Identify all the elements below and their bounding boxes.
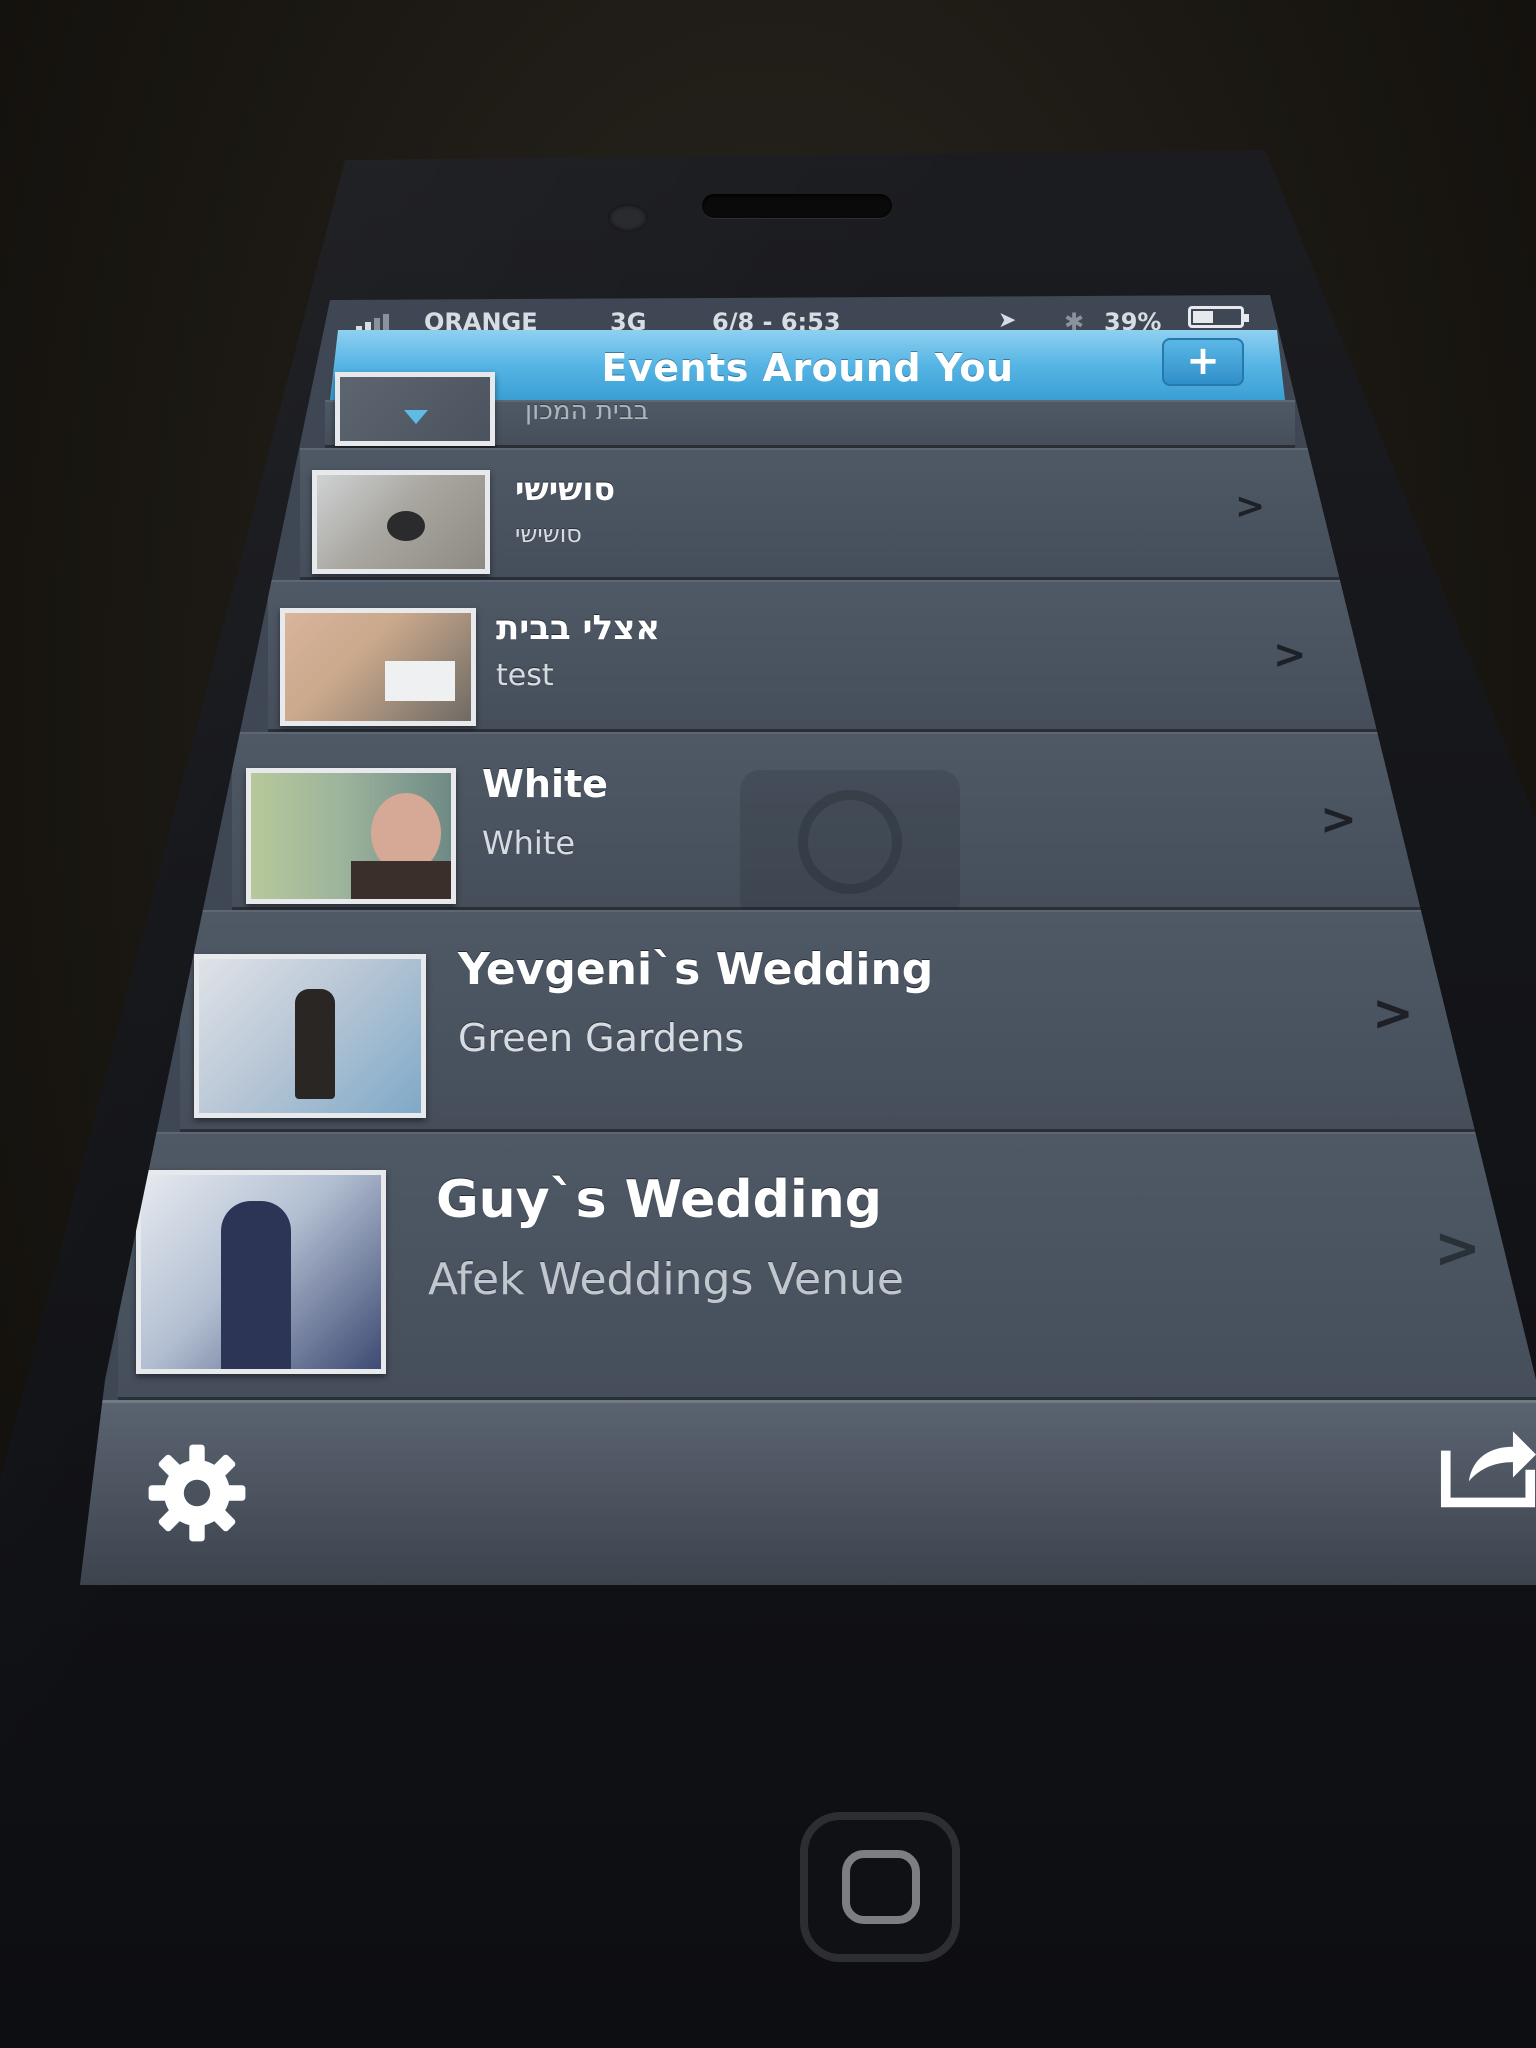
- event-title: White: [482, 762, 608, 806]
- event-subtitle: White: [482, 824, 576, 862]
- event-row[interactable]: Yevgeni`s Wedding Green Gardens >: [180, 910, 1520, 1132]
- disclosure-chevron-icon: >: [1372, 984, 1414, 1042]
- event-subtitle: test: [496, 658, 554, 693]
- share-icon[interactable]: [1440, 1420, 1536, 1510]
- event-thumbnail: [136, 1170, 386, 1374]
- disclosure-chevron-icon: >: [1235, 486, 1266, 527]
- event-title: Guy`s Wedding: [436, 1170, 882, 1230]
- home-button[interactable]: [800, 1812, 960, 1962]
- front-camera: [608, 204, 648, 232]
- disclosure-chevron-icon: >: [1273, 632, 1307, 678]
- event-title: סושישי: [515, 470, 616, 508]
- gear-icon[interactable]: [142, 1438, 252, 1548]
- disclosure-chevron-icon: >: [1320, 794, 1357, 845]
- event-thumbnail: [312, 470, 490, 574]
- event-thumbnail: [335, 372, 495, 446]
- location-arrow-icon: ➤: [998, 308, 1017, 333]
- event-row[interactable]: אצלי בבית test >: [268, 580, 1388, 732]
- event-subtitle: Green Gardens: [458, 1016, 745, 1060]
- nav-pointer-notch: [404, 410, 428, 424]
- event-row[interactable]: Guy`s Wedding Afek Weddings Venue >: [118, 1132, 1536, 1400]
- event-thumbnail: [246, 768, 456, 904]
- event-title: אצלי בבית: [496, 608, 661, 648]
- event-thumbnail: [194, 954, 426, 1118]
- earpiece-speaker: [702, 194, 892, 218]
- signal-strength-icon: [356, 314, 394, 332]
- event-subtitle: סושישי: [515, 520, 582, 548]
- battery-icon: [1188, 306, 1249, 328]
- event-title: Yevgeni`s Wedding: [458, 944, 934, 995]
- disclosure-chevron-icon: >: [1434, 1216, 1481, 1281]
- event-row[interactable]: סושישי סושישי >: [300, 448, 1340, 580]
- camera-watermark-icon: [740, 770, 960, 920]
- event-subtitle: Afek Weddings Venue: [428, 1254, 904, 1305]
- event-thumbnail: [280, 608, 476, 726]
- event-subtitle: בבית המכון: [525, 396, 649, 426]
- event-row[interactable]: בבית המכון: [325, 372, 1295, 448]
- add-event-button[interactable]: +: [1162, 338, 1244, 386]
